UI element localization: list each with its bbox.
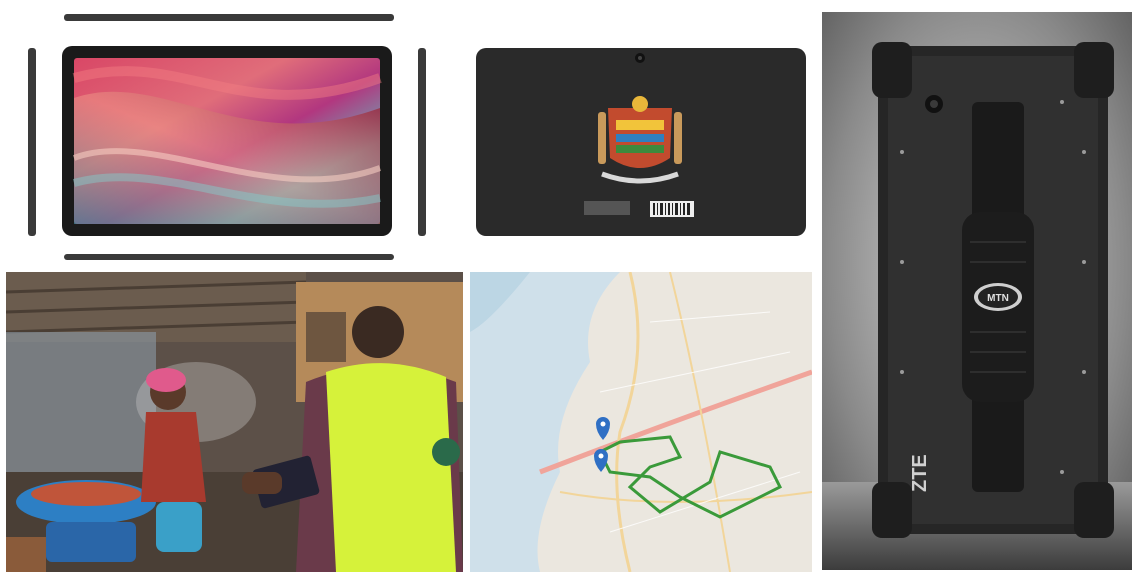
rugged-tablet-illustration: MTN ZTE (822, 12, 1132, 570)
field-worker-photo (6, 272, 463, 572)
route-map (470, 272, 812, 572)
badge-text: MTN (987, 293, 1009, 304)
brand-text: ZTE (909, 454, 931, 492)
tablet-front-panel (12, 8, 442, 266)
route-map-panel (470, 272, 812, 572)
field-worker-panel (6, 272, 463, 572)
tablet-back-illustration (476, 48, 806, 236)
tablet-front-illustration (28, 14, 426, 260)
tablet-back-panel (466, 8, 816, 266)
rugged-tablet-panel: MTN ZTE (822, 12, 1132, 570)
